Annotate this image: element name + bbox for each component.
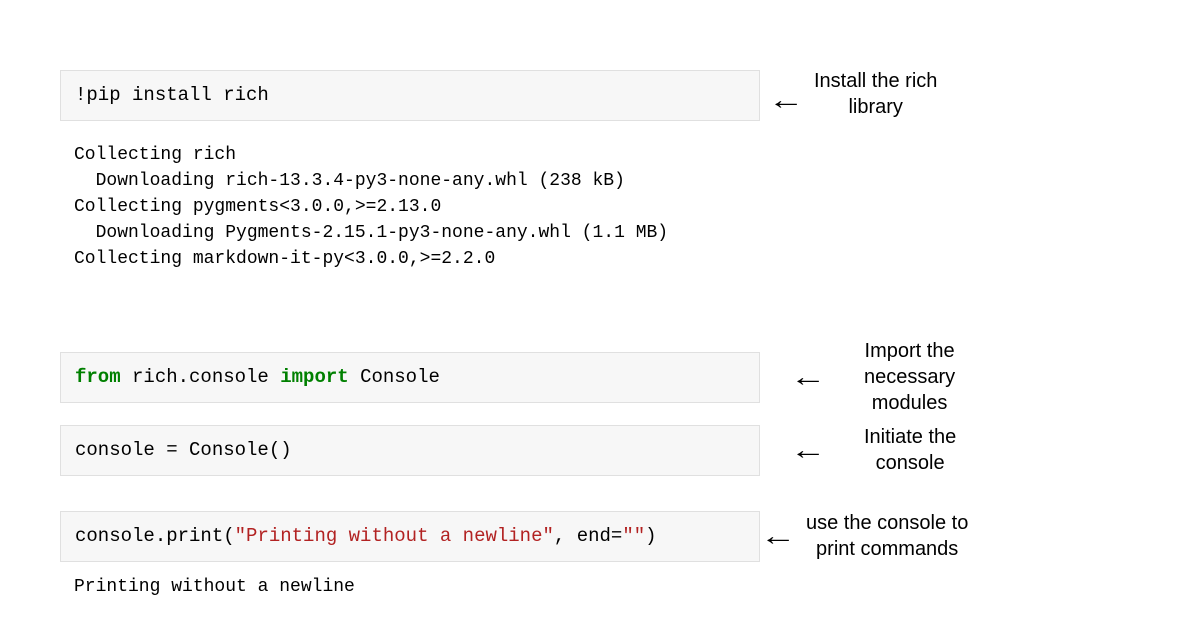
code-text: !pip install rich (75, 84, 269, 106)
cell-area: Printing without a newline (60, 570, 760, 614)
arrow-left-icon: ← (768, 86, 804, 114)
print-code-cell: console.print("Printing without a newlin… (60, 511, 760, 562)
install-output-row: Collecting rich Downloading rich-13.3.4-… (60, 134, 1140, 286)
code-suffix: ) (645, 525, 656, 547)
module-name: rich.console (121, 366, 281, 388)
annotation-text: Initiate the console (864, 424, 956, 476)
install-row: !pip install rich ← Install the rich lib… (60, 70, 1140, 126)
import-row: from rich.console import Console ← Impor… (60, 338, 1140, 416)
install-output: Collecting rich Downloading rich-13.3.4-… (60, 134, 760, 286)
print-row: console.print("Printing without a newlin… (60, 510, 1140, 562)
cell-area: !pip install rich (60, 70, 760, 121)
initiate-code-cell: console = Console() (60, 425, 760, 476)
arrow-left-icon: ← (760, 522, 796, 550)
code-prefix: console.print( (75, 525, 235, 547)
print-output-row: Printing without a newline (60, 570, 1140, 614)
annotation-text: use the console to print commands (806, 510, 968, 562)
string-literal: "Printing without a newline" (235, 525, 554, 547)
keyword-from: from (75, 366, 121, 388)
arrow-left-icon: ← (790, 363, 826, 391)
install-annotation: ← Install the rich library (760, 70, 937, 126)
cell-area: Collecting rich Downloading rich-13.3.4-… (60, 134, 760, 286)
import-code-cell: from rich.console import Console (60, 352, 760, 403)
annotation-text: Import the necessary modules (864, 338, 955, 416)
cell-area: console = Console() (60, 425, 760, 476)
spacer (60, 484, 1140, 510)
print-output: Printing without a newline (60, 570, 760, 614)
annotation-text: Install the rich library (814, 68, 937, 120)
spacer (60, 294, 1140, 338)
install-code-cell: !pip install rich (60, 70, 760, 121)
code-text: console = Console() (75, 439, 292, 461)
print-annotation: ← use the console to print commands (760, 510, 968, 562)
keyword-import: import (280, 366, 348, 388)
code-mid: , end= (554, 525, 622, 547)
initiate-row: console = Console() ← Initiate the conso… (60, 424, 1140, 476)
string-literal-2: "" (622, 525, 645, 547)
cell-area: from rich.console import Console (60, 352, 760, 403)
import-annotation: ← Import the necessary modules (760, 338, 955, 416)
import-name: Console (349, 366, 440, 388)
arrow-left-icon: ← (790, 436, 826, 464)
initiate-annotation: ← Initiate the console (760, 424, 956, 476)
cell-area: console.print("Printing without a newlin… (60, 511, 760, 562)
